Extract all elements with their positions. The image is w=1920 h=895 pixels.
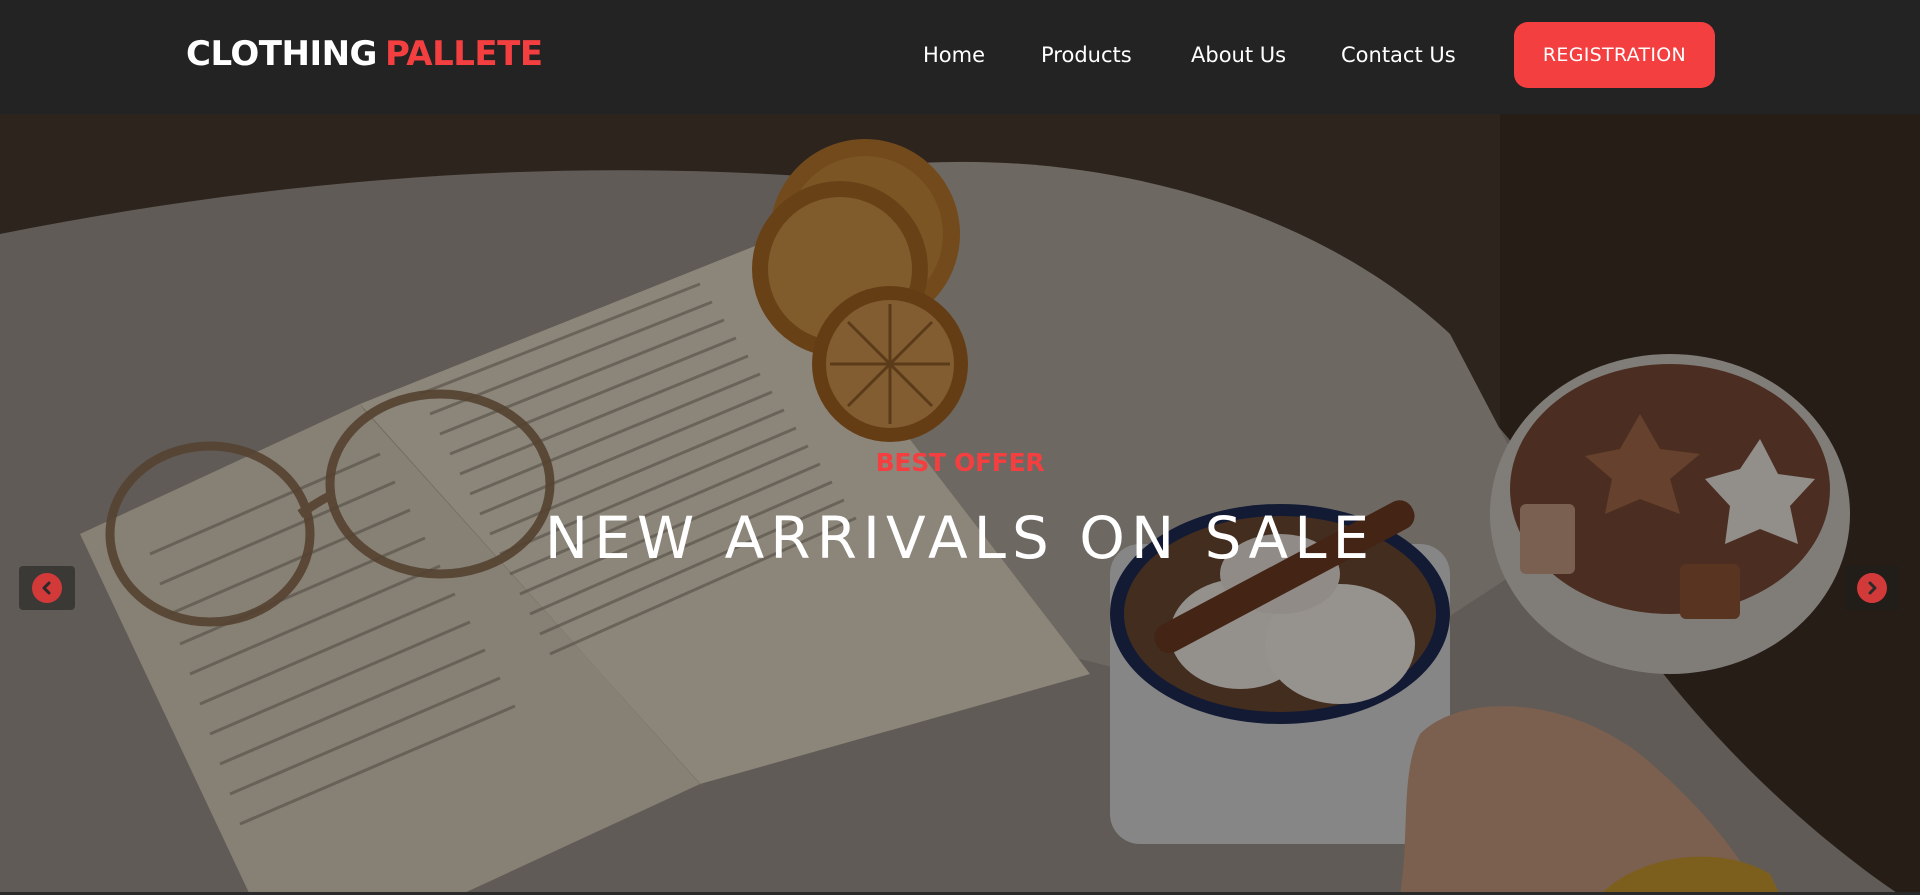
carousel-next-button[interactable] xyxy=(1844,566,1900,610)
registration-button[interactable]: REGISTRATION xyxy=(1514,22,1715,88)
navbar: CLOTHING PALLETE Home Products About Us C… xyxy=(0,0,1920,114)
nav-link-products[interactable]: Products xyxy=(1041,42,1132,68)
hero-kicker: BEST OFFER xyxy=(875,448,1045,477)
hero-carousel: BEST OFFER NEW ARRIVALS ON SALE xyxy=(0,114,1920,895)
chevron-left-icon xyxy=(32,573,62,603)
hero-title: NEW ARRIVALS ON SALE xyxy=(544,504,1376,572)
nav-link-home[interactable]: Home xyxy=(923,42,985,68)
brand-name-part-1: CLOTHING xyxy=(186,34,377,74)
brand-name-part-2: PALLETE xyxy=(384,34,543,74)
brand-logo[interactable]: CLOTHING PALLETE xyxy=(186,32,543,76)
nav-link-contact-us[interactable]: Contact Us xyxy=(1341,42,1456,68)
carousel-prev-button[interactable] xyxy=(19,566,75,610)
chevron-right-icon xyxy=(1857,573,1887,603)
nav-link-about-us[interactable]: About Us xyxy=(1191,42,1286,68)
